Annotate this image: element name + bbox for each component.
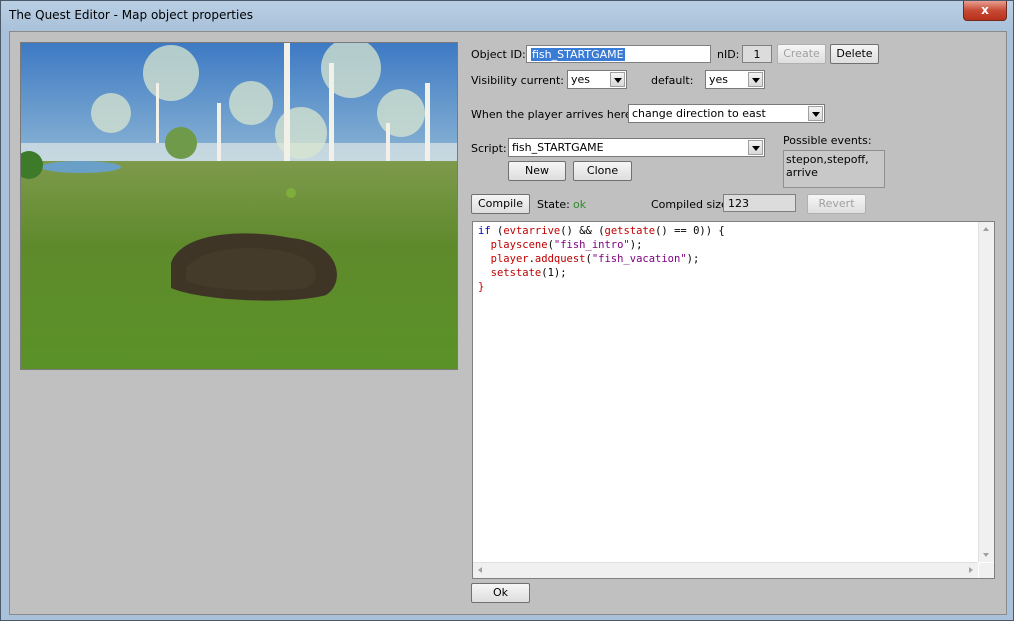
create-button[interactable]: Create (777, 44, 826, 64)
visibility-default-label: default: (651, 74, 694, 87)
compiled-size-label: Compiled size: (651, 198, 732, 211)
compile-button[interactable]: Compile (471, 194, 530, 214)
nid-field: 1 (742, 45, 772, 63)
possible-events-label: Possible events: (783, 134, 872, 147)
visibility-current-select[interactable]: yes (567, 70, 627, 89)
code-line: player.addquest("fish_vacation"); (490, 253, 700, 265)
visibility-default-value: yes (709, 73, 729, 86)
script-select[interactable]: fish_STARTGAME (508, 138, 765, 157)
revert-button[interactable]: Revert (807, 194, 866, 214)
chevron-down-icon (610, 72, 625, 87)
scroll-right-icon[interactable] (969, 567, 973, 573)
script-select-value: fish_STARTGAME (512, 141, 604, 154)
chevron-down-icon (748, 72, 763, 87)
vertical-scrollbar[interactable] (978, 222, 994, 562)
scroll-left-icon[interactable] (478, 567, 482, 573)
object-id-input[interactable]: fish_STARTGAME (526, 45, 711, 63)
new-script-button[interactable]: New (508, 161, 566, 181)
scroll-down-icon[interactable] (983, 553, 989, 557)
map-preview-viewport[interactable] (20, 42, 458, 370)
object-id-label: Object ID: (471, 48, 526, 61)
title-bar[interactable]: The Quest Editor - Map object properties… (1, 1, 1013, 31)
script-label: Script: (471, 142, 507, 155)
visibility-current-value: yes (571, 73, 591, 86)
arrival-label: When the player arrives here... (471, 108, 643, 121)
visibility-current-label: Visibility current: (471, 74, 564, 87)
horizontal-scrollbar[interactable] (473, 562, 978, 578)
object-id-value: fish_STARTGAME (531, 48, 625, 61)
script-code-editor[interactable]: if (evtarrive() && (getstate() == 0)) { … (472, 221, 995, 579)
close-button[interactable]: x (963, 1, 1007, 21)
scroll-up-icon[interactable] (983, 227, 989, 231)
scene-preview-image (21, 43, 457, 369)
state-label: State: (537, 198, 570, 211)
code-line: } (478, 281, 485, 293)
scrollbar-corner (979, 563, 994, 578)
chevron-down-icon (748, 140, 763, 155)
state-value: ok (573, 198, 587, 211)
code-line: if (evtarrive() && (getstate() == 0)) { (478, 225, 725, 237)
dialog-body: Object ID: fish_STARTGAME nID: 1 Create … (9, 31, 1007, 615)
ok-button[interactable]: Ok (471, 583, 530, 603)
arrival-action-value: change direction to east (632, 107, 766, 120)
visibility-default-select[interactable]: yes (705, 70, 765, 89)
arrival-action-select[interactable]: change direction to east (628, 104, 825, 123)
code-text[interactable]: if (evtarrive() && (getstate() == 0)) { … (478, 224, 725, 294)
dialog-window: The Quest Editor - Map object properties… (0, 0, 1014, 621)
clone-script-button[interactable]: Clone (573, 161, 632, 181)
code-line: playscene("fish_intro"); (490, 239, 643, 251)
window-title: The Quest Editor - Map object properties (9, 8, 253, 22)
nid-label: nID: (717, 48, 740, 61)
possible-events-box: stepon,stepoff, arrive (783, 150, 885, 188)
code-line: setstate(1); (490, 267, 567, 279)
chevron-down-icon (808, 106, 823, 121)
compiled-size-field: 123 (723, 194, 796, 212)
delete-button[interactable]: Delete (830, 44, 879, 64)
